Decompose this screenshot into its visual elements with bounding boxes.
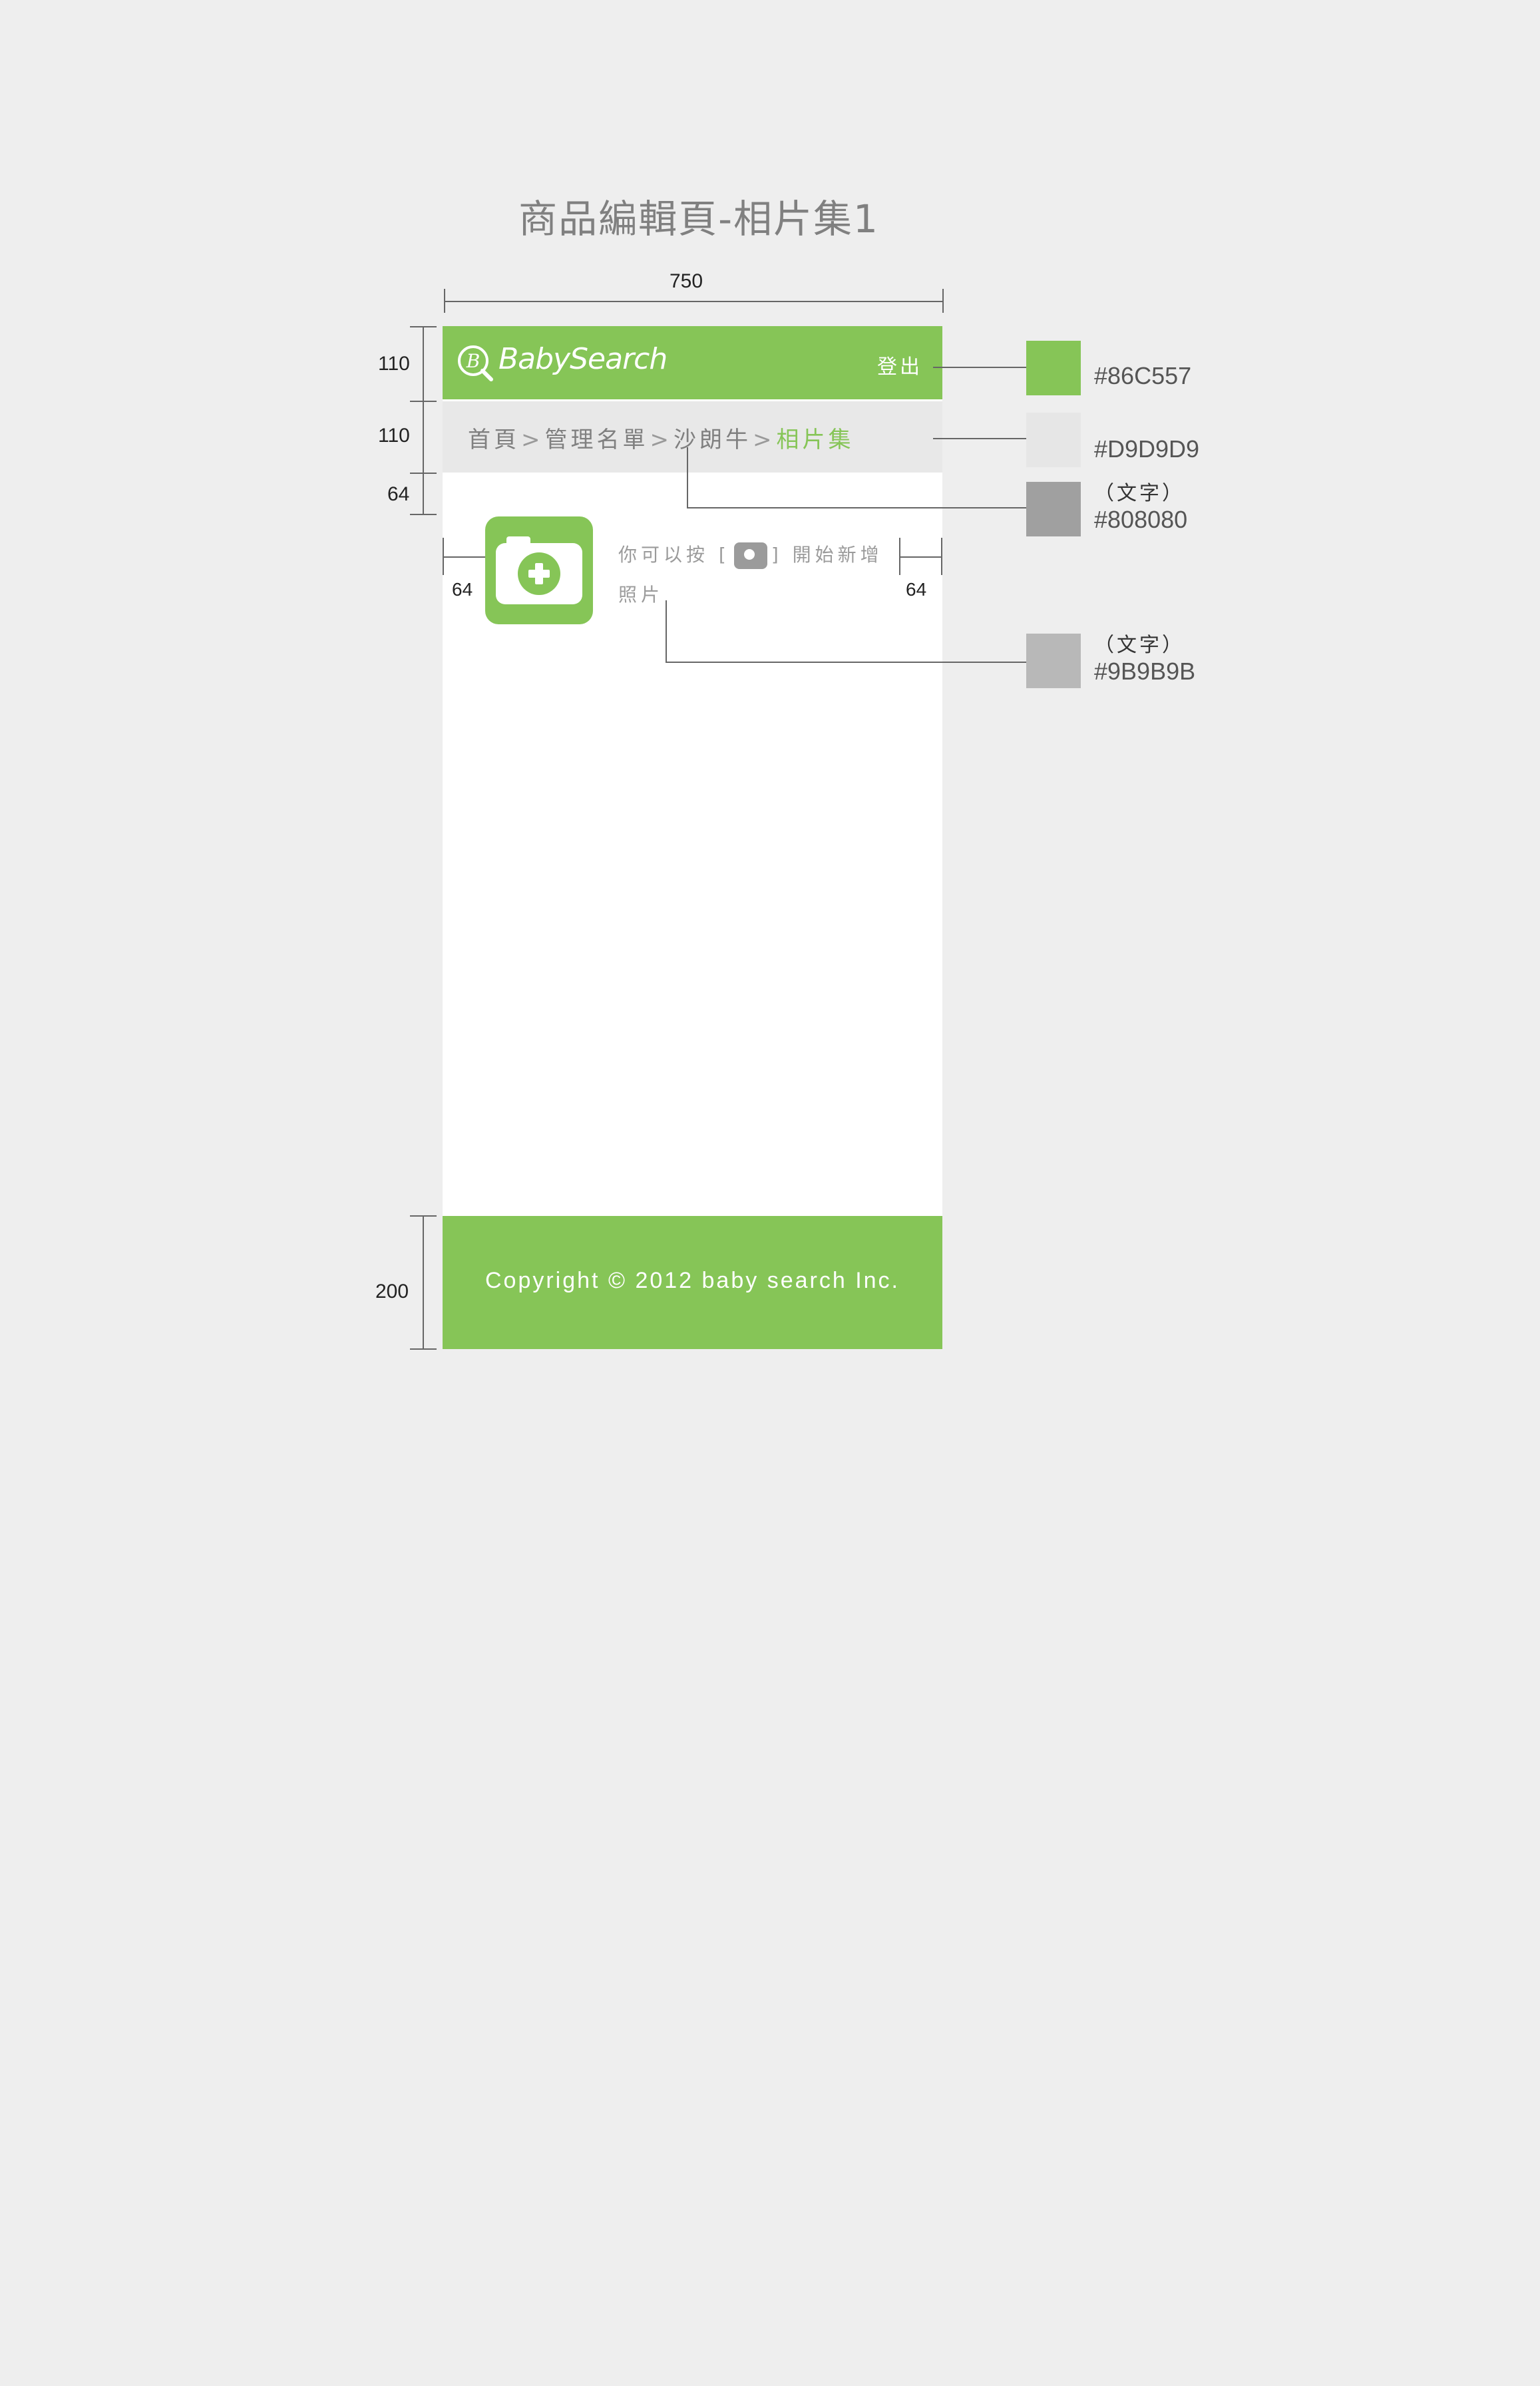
leader-text-color-h <box>687 507 1026 508</box>
footer: Copyright © 2012 baby search Inc. <box>443 1216 942 1349</box>
swatch-primary-green-label: #86C557 <box>1094 362 1192 389</box>
breadcrumb-item-product[interactable]: 沙朗牛 <box>674 427 751 453</box>
dimension-tick <box>410 473 437 474</box>
left-margin-label: 64 <box>452 579 473 600</box>
inline-camera-icon <box>733 542 767 569</box>
breadcrumb-trail: 首頁>管理名單>沙朗牛>相片集 <box>468 421 855 454</box>
logout-button[interactable]: 登出 <box>877 350 922 379</box>
footer-dimension-line <box>423 1215 424 1348</box>
brand-logo-text: BabySearch <box>498 342 668 376</box>
breadcrumb-item-current: 相片集 <box>776 427 855 453</box>
right-margin-label: 64 <box>906 579 927 600</box>
breadcrumb-item-home[interactable]: 首頁 <box>468 427 520 453</box>
dimension-tick <box>410 326 437 327</box>
swatch-light-gray <box>1026 413 1081 467</box>
width-dimension-label: 750 <box>670 270 703 292</box>
breadcrumb-separator-icon: > <box>753 427 775 453</box>
dimension-tick <box>410 1215 437 1217</box>
breadcrumb-separator-icon: > <box>650 427 672 453</box>
leader-breadcrumb-color <box>933 438 1026 439</box>
swatch-text-gray-note: （文字） <box>1094 482 1185 505</box>
breadcrumb-height-label: 110 <box>378 425 410 447</box>
swatch-text-gray <box>1026 482 1081 536</box>
dimension-tick <box>410 401 437 402</box>
copyright-text: Copyright © 2012 baby search Inc. <box>484 1268 900 1293</box>
footer-height-label: 200 <box>375 1281 409 1302</box>
width-dimension-tick-left <box>444 289 445 313</box>
breadcrumb-item-manage-list[interactable]: 管理名單 <box>545 427 649 453</box>
babysearch-logo-icon: B <box>458 345 493 381</box>
swatch-hint-gray-note: （文字） <box>1094 634 1185 657</box>
swatch-hint-gray <box>1026 634 1081 688</box>
empty-hint: 你可以按 [] 開始新增照片 <box>618 535 898 615</box>
svg-text:B: B <box>466 350 481 372</box>
swatch-primary-green <box>1026 341 1081 395</box>
breadcrumb: 首頁>管理名單>沙朗牛>相片集 <box>443 401 942 473</box>
hint-prefix: 你可以按 [ <box>618 544 730 566</box>
camera-plus-icon <box>496 536 582 604</box>
breadcrumb-separator-icon: > <box>521 427 544 453</box>
swatch-text-gray-label: #808080 <box>1094 506 1188 533</box>
margin-tick-right-outer <box>941 538 942 575</box>
leader-navbar-color <box>933 367 1026 368</box>
leader-hint-color-h <box>666 662 1026 663</box>
right-margin-line <box>899 556 942 558</box>
margin-tick-right <box>899 538 900 575</box>
left-margin-line <box>443 556 485 558</box>
header-dimension-line <box>423 326 424 514</box>
navbar-height-label: 110 <box>378 353 410 375</box>
swatch-light-gray-label: #D9D9D9 <box>1094 435 1200 463</box>
add-photo-button[interactable] <box>485 516 593 624</box>
width-dimension-line <box>444 301 943 302</box>
phone-screen: B BabySearch 登出 首頁>管理名單>沙朗牛>相片集 64 64 你可… <box>443 326 942 1349</box>
spec-title: 商品編輯頁-相片集1 <box>518 196 879 242</box>
content-top-label: 64 <box>387 483 410 505</box>
dimension-tick <box>410 514 437 515</box>
leader-hint-color-v <box>666 600 667 662</box>
dimension-tick <box>410 1348 437 1350</box>
swatch-hint-gray-label: #9B9B9B <box>1094 658 1196 685</box>
leader-text-color-v <box>687 447 688 507</box>
width-dimension-tick-right <box>942 289 944 313</box>
navbar: B BabySearch 登出 <box>443 326 942 399</box>
